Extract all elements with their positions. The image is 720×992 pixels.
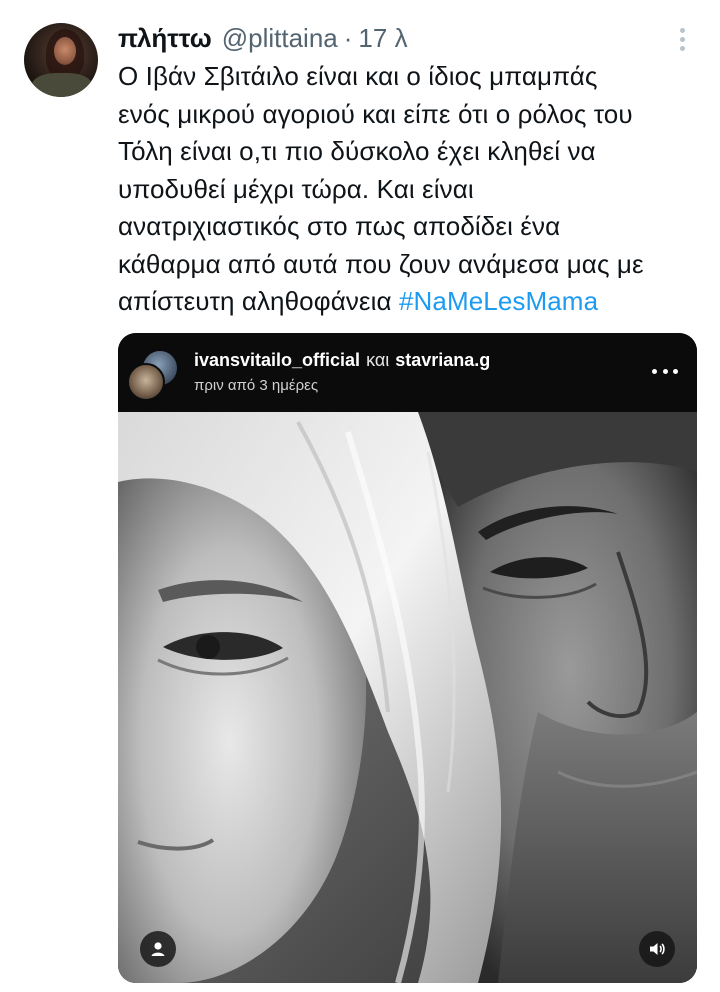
tweet-text-line: ανατριχιαστικός στο πως αποδίδει ένα	[118, 211, 561, 241]
instagram-embed[interactable]: ivansvitailo_official και stavriana.g πριν…	[118, 333, 697, 983]
tweet-timestamp[interactable]: 17 λ	[358, 23, 407, 54]
tweet-text-line: κάθαρμα από αυτά που ζουν ανάμεσα μας με	[118, 248, 644, 279]
author-avatar[interactable]	[24, 23, 98, 97]
embed-timestamp: πριν από 3 ημέρες	[194, 377, 319, 394]
speaker-icon	[650, 943, 665, 955]
tweet-text-line-last: απίστευτη αληθοφάνεια #NaMeLesMama	[118, 283, 698, 321]
embed-username-1[interactable]: ivansvitailo_official	[194, 350, 360, 370]
more-options-button[interactable]	[670, 24, 694, 54]
user-tag-button[interactable]	[140, 931, 176, 967]
embed-usernames: ivansvitailo_official και stavriana.g	[194, 350, 490, 371]
embed-photo[interactable]	[118, 412, 697, 983]
embed-conjunction: και	[366, 350, 390, 370]
more-vertical-icon	[679, 27, 685, 33]
audio-toggle-button[interactable]	[639, 931, 675, 967]
separator-dot: ·	[343, 22, 353, 53]
avatar-user2	[127, 363, 165, 401]
tweet-text-line: ενός μικρού αγοριού και είπε ότι ο ρόλος…	[118, 98, 633, 129]
author-display-name[interactable]: πλήττω	[118, 23, 212, 54]
more-horizontal-icon	[652, 368, 657, 374]
collab-avatars[interactable]	[127, 349, 179, 401]
tweet-text-line: Τόλη είναι ο,τι πιο δύσκολο έχει κληθεί …	[118, 136, 596, 166]
tweet-header: πλήττω @plittaina · 17 λ	[118, 20, 408, 56]
tweet-card[interactable]: πλήττω @plittaina · 17 λ Ο Ιβάν Σβιτάιλο…	[0, 0, 720, 992]
embed-more-button[interactable]	[652, 367, 678, 375]
tweet-text-line: Ο Ιβάν Σβιτάιλο είναι και ο ίδιος μπαμπά…	[118, 61, 598, 91]
embed-header: ivansvitailo_official και stavriana.g πριν…	[118, 333, 697, 412]
tweet-text-line: υποδυθεί μέχρι τώρα. Και είναι	[118, 173, 474, 204]
author-handle[interactable]: @plittaina	[222, 23, 338, 54]
tweet-text-end: απίστευτη αληθοφάνεια	[118, 286, 399, 316]
hashtag-link[interactable]: #NaMeLesMama	[399, 286, 598, 316]
user-tag-icon	[151, 942, 165, 956]
photo-illustration	[118, 412, 697, 983]
tweet-text: Ο Ιβάν Σβιτάιλο είναι και ο ίδιος μπαμπά…	[118, 58, 698, 321]
embed-username-2[interactable]: stavriana.g	[395, 350, 490, 370]
